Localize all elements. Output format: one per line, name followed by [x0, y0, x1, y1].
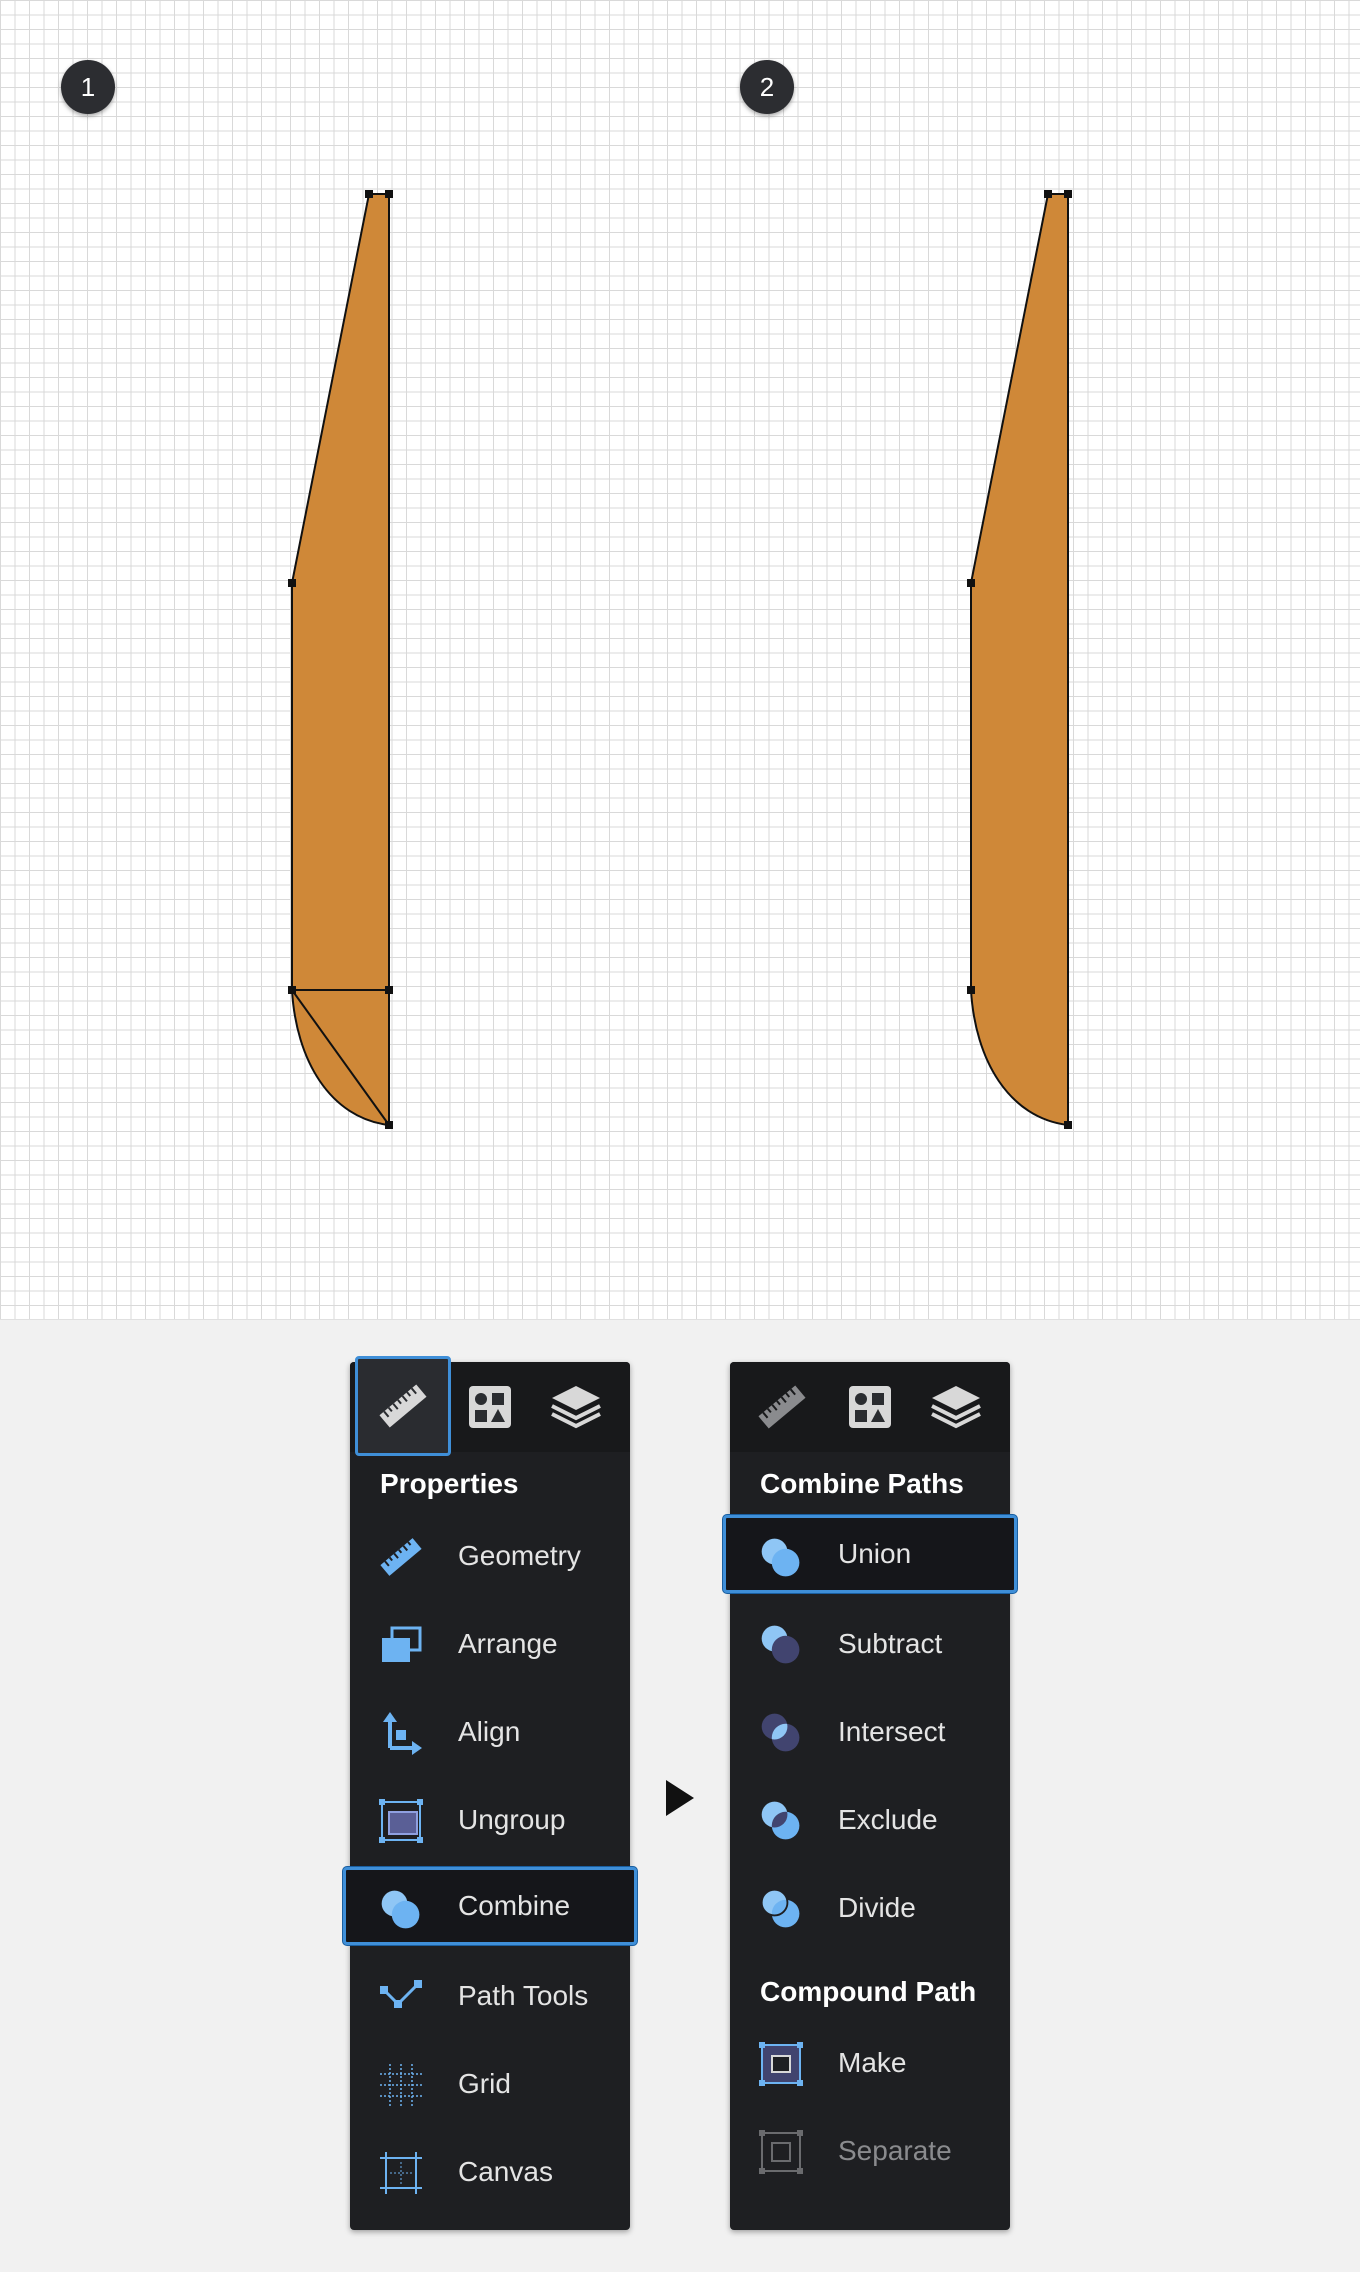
divide-icon — [758, 1886, 804, 1932]
menu-item-label: Divide — [838, 1892, 916, 1923]
shapes-icon — [849, 1386, 891, 1428]
panel-header-properties: Properties — [380, 1468, 519, 1499]
menu-item-label: Canvas — [458, 2156, 553, 2187]
ruler-icon — [378, 1534, 424, 1580]
panel-tabbar — [350, 1356, 630, 1456]
arrow-right-icon — [666, 1780, 694, 1816]
menu-item-exclude[interactable]: Exclude — [730, 1781, 1010, 1859]
drawing-canvas[interactable]: 1 2 — [0, 0, 1360, 1320]
intersect-icon — [758, 1710, 804, 1756]
tab-layers[interactable] — [536, 1362, 616, 1452]
menu-item-make[interactable]: Make — [730, 2024, 1010, 2102]
menu-item-align[interactable]: Align — [350, 1693, 630, 1771]
shapes-illustration — [288, 190, 1072, 1129]
grid-icon — [378, 2062, 424, 2108]
menu-item-path-tools[interactable]: Path Tools — [350, 1957, 630, 2035]
align-icon — [378, 1710, 424, 1756]
menu-item-union[interactable]: Union — [723, 1515, 1017, 1593]
menu-item-label: Intersect — [838, 1716, 946, 1747]
menu-item-label: Ungroup — [458, 1804, 566, 1835]
menu-item-canvas[interactable]: Canvas — [350, 2133, 630, 2211]
menu-item-label: Separate — [838, 2135, 952, 2166]
exclude-icon — [758, 1798, 804, 1844]
menu-item-intersect[interactable]: Intersect — [730, 1693, 1010, 1771]
menu-item-arrange[interactable]: Arrange — [350, 1605, 630, 1683]
panel-header-compound-path: Compound Path — [760, 1976, 977, 2007]
shape-step-2[interactable] — [967, 190, 1072, 1129]
menu-item-label: Subtract — [838, 1628, 943, 1659]
canvas-icon — [378, 2150, 424, 2196]
tab-shapes[interactable] — [830, 1362, 910, 1452]
tab-shapes[interactable] — [450, 1362, 530, 1452]
combine-paths-panel: Combine Paths Union Subtract Intersect E… — [723, 1362, 1017, 2230]
panel-tabbar — [730, 1362, 1010, 1452]
menu-item-label: Path Tools — [458, 1980, 589, 2011]
menu-item-label: Grid — [458, 2068, 511, 2099]
path-tools-icon — [378, 1974, 424, 2020]
layers-icon — [551, 1386, 601, 1429]
subtract-icon — [758, 1622, 804, 1668]
union-icon — [758, 1535, 804, 1581]
layers-icon — [931, 1386, 981, 1429]
panel-header-combine-paths: Combine Paths — [760, 1468, 964, 1499]
arrange-icon — [378, 1622, 424, 1668]
menu-item-label: Align — [458, 1716, 521, 1747]
ungroup-icon — [378, 1798, 424, 1844]
menu-item-subtract[interactable]: Subtract — [730, 1605, 1010, 1683]
tab-geometry[interactable] — [742, 1362, 822, 1452]
menu-item-label: Exclude — [838, 1804, 938, 1835]
blade-united-path[interactable] — [970, 193, 1069, 1127]
menu-item-label: Union — [838, 1538, 912, 1569]
menu-item-divide[interactable]: Divide — [730, 1869, 1010, 1947]
tab-geometry[interactable] — [355, 1356, 451, 1456]
menu-item-label: Arrange — [458, 1628, 558, 1659]
menu-item-ungroup[interactable]: Ungroup — [350, 1781, 630, 1859]
menu-item-combine[interactable]: Combine — [343, 1867, 637, 1945]
menu-item-grid[interactable]: Grid — [350, 2045, 630, 2123]
blade-upper-path[interactable] — [291, 193, 390, 991]
menu-item-label: Geometry — [458, 1540, 581, 1571]
separate-icon — [758, 2129, 804, 2175]
shapes-icon — [469, 1386, 511, 1428]
ruler-icon — [758, 1385, 806, 1429]
menu-item-label: Make — [838, 2047, 907, 2078]
menu-item-label: Combine — [458, 1890, 571, 1921]
tab-layers[interactable] — [916, 1362, 996, 1452]
menu-item-geometry[interactable]: Geometry — [350, 1517, 630, 1595]
menu-item-separate[interactable]: Separate — [730, 2112, 1010, 2190]
shape-step-1[interactable] — [288, 190, 393, 1129]
properties-panel: Properties Geometry Arrange Align Ungrou… — [343, 1356, 637, 2230]
make-icon — [758, 2041, 804, 2087]
ruler-icon — [379, 1384, 427, 1428]
combine-icon — [378, 1887, 424, 1933]
